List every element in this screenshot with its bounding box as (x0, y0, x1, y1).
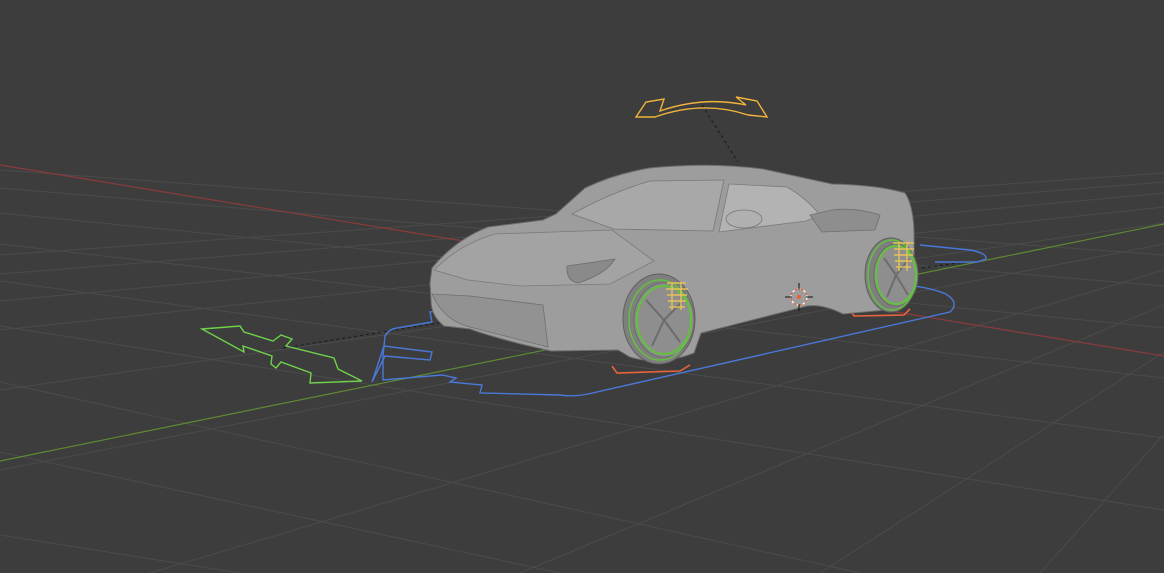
3d-viewport[interactable] (0, 0, 1164, 573)
sports-car-model[interactable] (429, 164, 919, 365)
relationship-line-tilt (701, 104, 739, 163)
car-rear-intake (809, 208, 881, 233)
car-side-mirror (725, 209, 763, 229)
body-tilt-control[interactable] (634, 96, 769, 118)
move-arrows-control[interactable] (199, 325, 363, 384)
front-wheel[interactable] (622, 273, 696, 365)
viewport-scene[interactable] (0, 0, 1164, 573)
